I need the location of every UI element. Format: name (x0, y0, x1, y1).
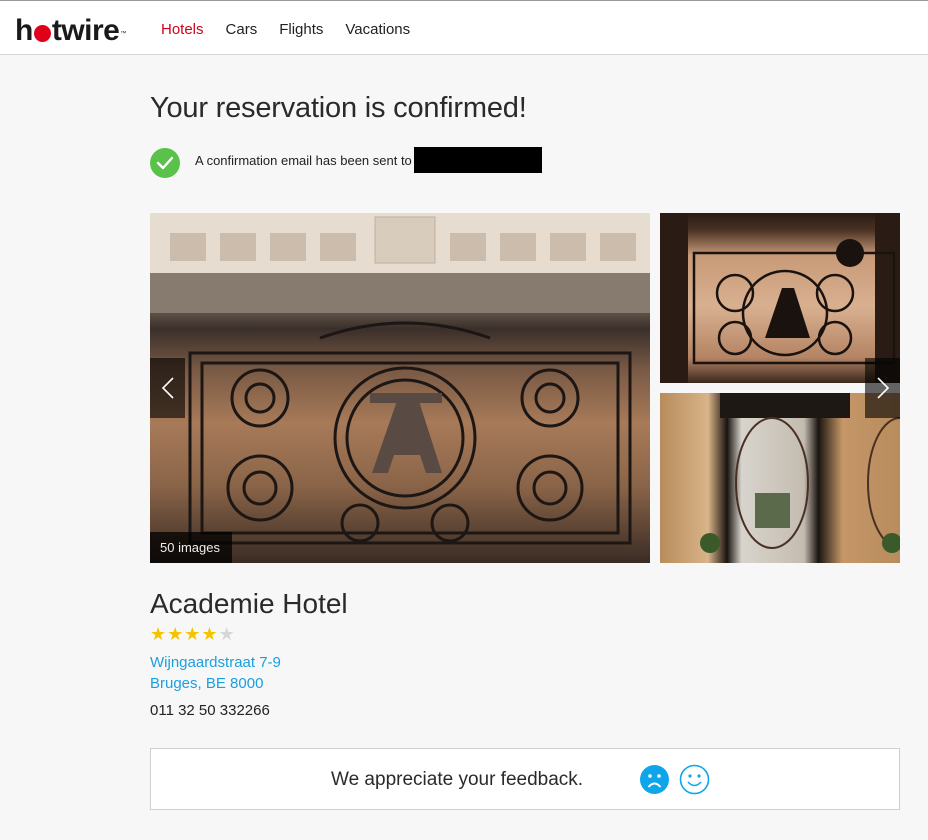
image-count-button[interactable]: 50 images (150, 532, 232, 563)
hotel-phone: 011 32 50 332266 (150, 702, 270, 719)
thumbnail-photo-2[interactable] (660, 393, 900, 563)
sad-face-icon (640, 765, 669, 794)
sad-face-button[interactable] (639, 764, 670, 795)
nav-cars[interactable]: Cars (226, 21, 258, 39)
feedback-prompt: We appreciate your feedback. (331, 769, 584, 790)
star-filled-icon: ★ (201, 624, 218, 644)
feedback-panel: We appreciate your feedback. (150, 748, 900, 810)
star-empty-icon: ★ (218, 624, 235, 644)
gallery-prev-button[interactable] (150, 358, 185, 418)
confirmation-message-row: A confirmation email has been sent to (150, 147, 542, 178)
page-title: Your reservation is confirmed! (150, 92, 527, 124)
chevron-left-icon (161, 377, 174, 399)
hotel-name: Academie Hotel (150, 588, 348, 619)
logo-text-end: twire (51, 14, 120, 47)
nav-hotels[interactable]: Hotels (161, 21, 204, 39)
nav-flights[interactable]: Flights (279, 21, 323, 39)
nav-vacations[interactable]: Vacations (345, 21, 410, 39)
happy-face-button[interactable] (679, 764, 710, 795)
gallery-next-button[interactable] (865, 358, 900, 418)
redacted-email (413, 147, 542, 173)
star-filled-icon: ★ (150, 624, 167, 644)
chevron-right-icon (876, 377, 889, 399)
logo-trademark: ™ (120, 31, 126, 37)
wrought-iron-sign-image (150, 213, 650, 545)
hotwire-logo[interactable]: h twire ™ (15, 11, 126, 51)
star-filled-icon: ★ (167, 624, 184, 644)
logo-text-start: h (15, 14, 33, 47)
star-filled-icon: ★ (184, 624, 201, 644)
address-line-1-link[interactable]: Wijngaardstraat 7-9 (150, 654, 281, 671)
thumbnail-photo-1[interactable] (660, 213, 900, 383)
logo-dot-icon (33, 24, 51, 42)
main-nav: Hotels Cars Flights Vacations (161, 21, 410, 39)
confirmation-email-text: A confirmation email has been sent to (195, 152, 412, 168)
top-navigation-bar: h twire ™ Hotels Cars Flights Vacations (0, 0, 928, 55)
address-line-2-link[interactable]: Bruges, BE 8000 (150, 675, 263, 692)
main-hotel-photo[interactable] (150, 213, 650, 563)
iron-sign-window-image (660, 213, 900, 383)
checkmark-icon (150, 148, 180, 178)
happy-face-icon (679, 764, 710, 795)
hotel-entrance-image (700, 393, 900, 553)
star-rating: ★ ★ ★ ★ ★ (150, 625, 235, 643)
